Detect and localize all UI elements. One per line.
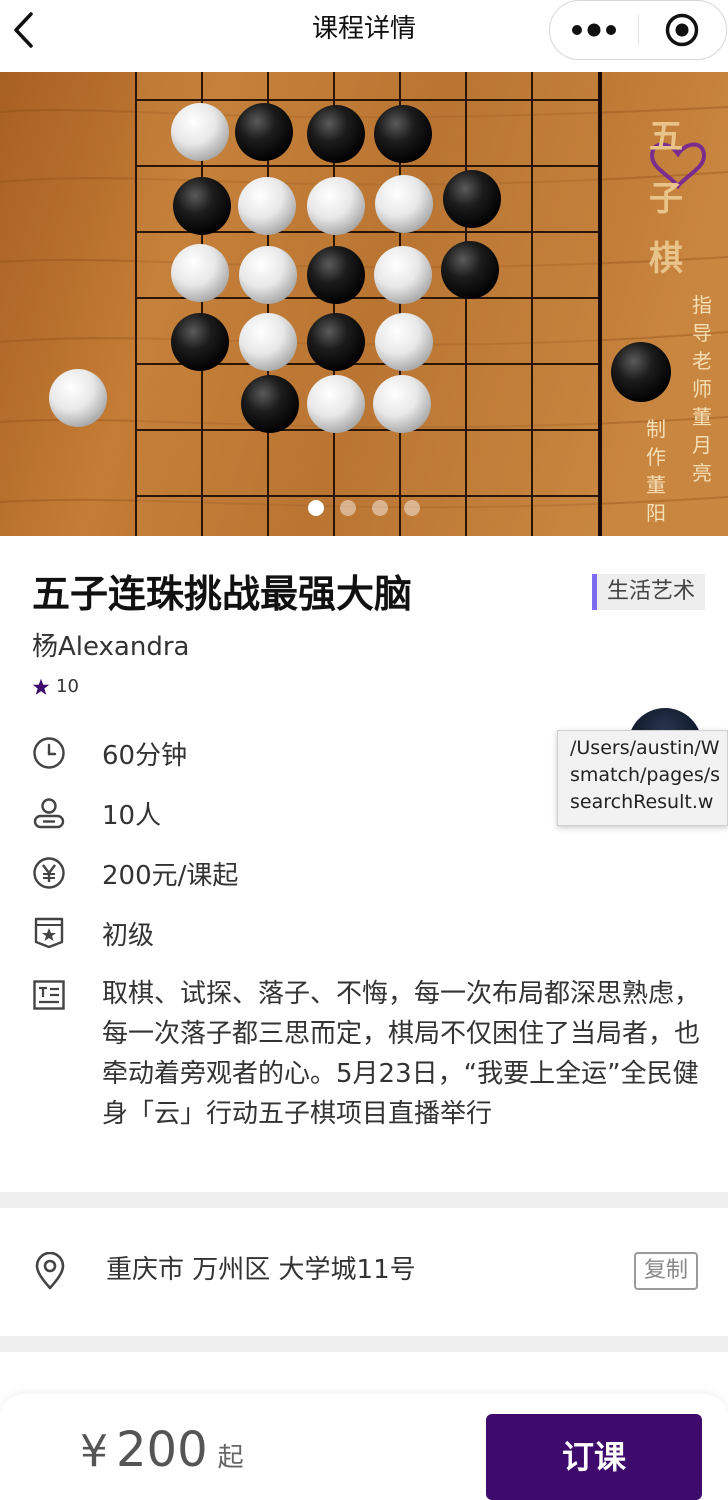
board-title-char: 五 xyxy=(649,117,683,157)
teacher-name[interactable]: 杨Alexandra xyxy=(32,630,189,664)
credit-right-char: 月 xyxy=(692,433,712,457)
miniapp-capsule xyxy=(549,0,727,60)
carousel-dot-active[interactable] xyxy=(308,500,324,516)
gomoku-board-image: 五 子 棋 指 导 老 师 董 月 亮 制 作 董 阳 xyxy=(0,72,728,536)
capacity-row: 10人 xyxy=(32,796,161,831)
course-title: 五子连珠挑战最强大脑 xyxy=(32,572,413,616)
course-description: 取棋、试探、落子、不悔，每一次布局都深思熟虑，每一次落子都三思而定，棋局不仅困住… xyxy=(102,979,701,1129)
price-text: 200元/课起 xyxy=(102,860,239,891)
price-row: 200元/课起 xyxy=(32,856,238,891)
credit-right-char: 指 xyxy=(692,293,712,317)
badge-star-icon xyxy=(32,916,66,950)
location-pin-icon xyxy=(34,1251,66,1294)
duration-text: 60分钟 xyxy=(102,740,188,771)
credit-right-char: 亮 xyxy=(692,461,712,485)
credit-right-char: 老 xyxy=(692,349,712,373)
credit-left-char: 董 xyxy=(646,473,666,497)
address-text: 重庆市 万州区 大学城11号 xyxy=(106,1255,416,1285)
carousel-dot[interactable] xyxy=(372,500,388,516)
address-row: 重庆市 万州区 大学城11号 复制 xyxy=(0,1230,728,1314)
more-dots-icon xyxy=(571,23,616,37)
carousel-indicator xyxy=(0,500,728,516)
bottom-price: ¥ 200 起 xyxy=(80,1422,244,1478)
credit-left-char: 作 xyxy=(646,445,666,469)
price-amount: 200 xyxy=(116,1422,208,1478)
star-icon xyxy=(32,678,50,695)
level-text: 初级 xyxy=(102,920,155,951)
carousel-dot[interactable] xyxy=(404,500,420,516)
yen-icon xyxy=(32,856,66,890)
duration-row: 60分钟 xyxy=(32,736,187,771)
credit-right-char: 董 xyxy=(692,405,712,429)
clock-icon xyxy=(32,736,66,770)
level-row: 初级 xyxy=(32,916,154,951)
board-title-char: 棋 xyxy=(649,239,683,279)
copy-address-button[interactable]: 复制 xyxy=(634,1252,698,1290)
close-miniapp-button[interactable] xyxy=(639,1,727,59)
file-path-tooltip: /Users/austin/W smatch/pages/s searchRes… xyxy=(557,730,728,826)
credit-left-char: 制 xyxy=(646,417,666,441)
rating: 10 xyxy=(32,676,79,697)
document-icon xyxy=(32,978,66,1012)
price-suffix: 起 xyxy=(217,1443,244,1473)
target-close-icon xyxy=(666,13,699,47)
rating-value: 10 xyxy=(56,676,79,697)
bottom-action-bar: ¥ 200 起 订课 xyxy=(0,1394,728,1500)
board-title-char: 子 xyxy=(649,179,683,219)
category-tag: 生活艺术 xyxy=(592,574,706,610)
credit-right-char: 导 xyxy=(692,321,712,345)
description-icon-row xyxy=(32,978,66,1012)
order-button[interactable]: 订课 xyxy=(486,1414,702,1500)
capacity-text: 10人 xyxy=(102,800,162,831)
currency-symbol: ¥ xyxy=(80,1426,108,1477)
navigation-bar: 课程详情 xyxy=(0,0,728,72)
section-divider xyxy=(0,1336,728,1352)
credit-right-char: 师 xyxy=(692,377,712,401)
more-menu-button[interactable] xyxy=(550,1,638,59)
banner-carousel[interactable]: 五 子 棋 指 导 老 师 董 月 亮 制 作 董 阳 xyxy=(0,72,728,536)
person-icon xyxy=(32,796,66,830)
section-divider xyxy=(0,1192,728,1208)
carousel-dot[interactable] xyxy=(340,500,356,516)
